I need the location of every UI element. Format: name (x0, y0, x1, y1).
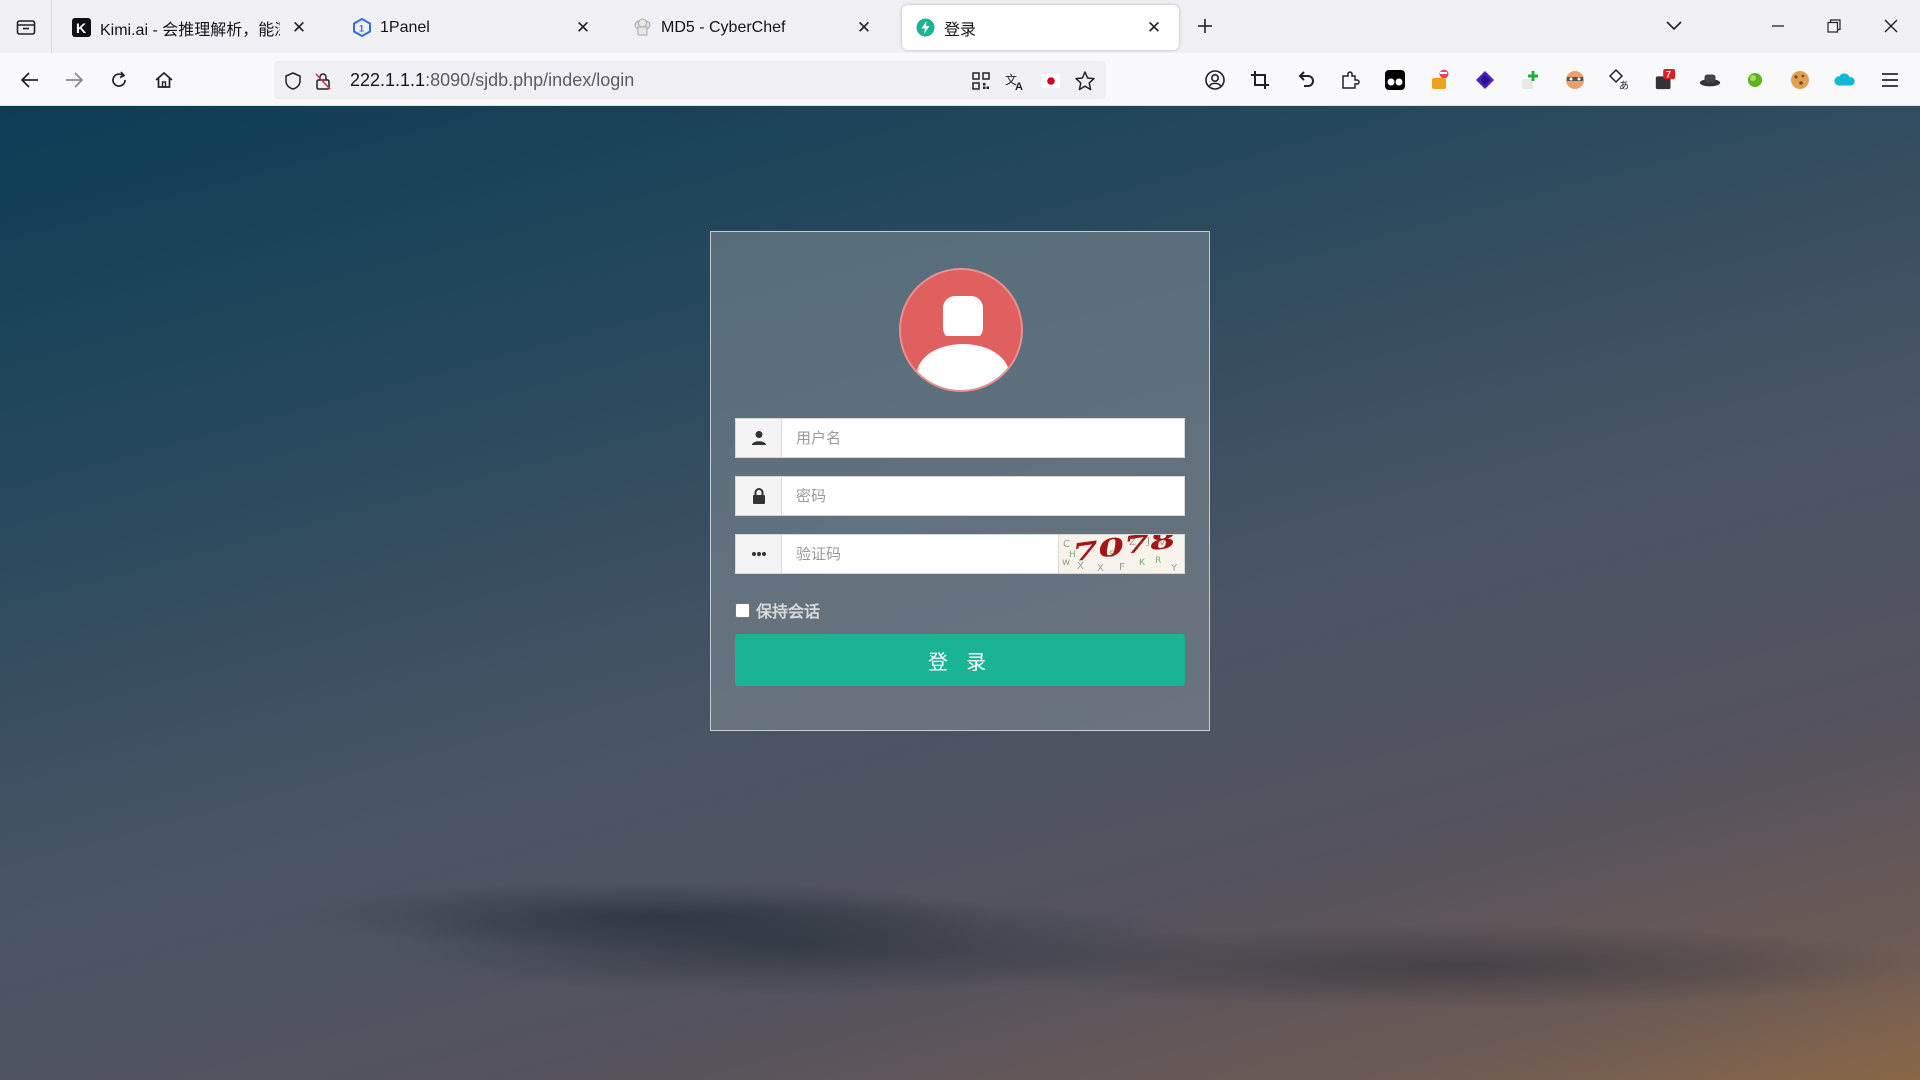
svg-text:K: K (76, 20, 86, 36)
translate-ext-icon[interactable]: あ (1609, 69, 1631, 91)
close-icon[interactable]: ✕ (288, 17, 310, 39)
back-button[interactable] (17, 67, 43, 93)
face-mask-icon[interactable] (1564, 69, 1586, 91)
insecure-lock-icon[interactable] (312, 70, 334, 92)
reload-button[interactable] (106, 67, 132, 93)
arrow-left-icon (20, 72, 38, 88)
arrow-right-icon (66, 72, 84, 88)
user-icon (736, 419, 782, 457)
close-icon (1884, 19, 1898, 33)
tab-title: 1Panel (380, 18, 430, 36)
1panel-favicon-icon: 1 (352, 18, 371, 37)
remember-session[interactable]: 保持会话 (735, 598, 820, 622)
captcha-image[interactable]: CXX ZJV YFw HSKR 7078 (1058, 535, 1184, 573)
close-icon[interactable]: ✕ (1143, 17, 1165, 39)
cloud-icon[interactable] (1834, 69, 1856, 91)
badge-calendar-icon[interactable]: 7 (1654, 69, 1676, 91)
folder-tabs-icon (16, 19, 35, 35)
close-icon[interactable]: ✕ (572, 17, 594, 39)
lightning-favicon-icon (916, 18, 935, 37)
minimize-button[interactable] (1762, 10, 1794, 42)
svg-text:A: A (1015, 81, 1023, 91)
tab-login[interactable]: 登录 ✕ (902, 5, 1179, 50)
plus-icon (1198, 19, 1212, 33)
svg-text:あ: あ (1619, 80, 1629, 91)
account-icon[interactable] (1204, 69, 1226, 91)
star-bookmark-icon[interactable] (1074, 70, 1096, 92)
url-path: :8090/sjdb.php/index/login (425, 70, 635, 90)
avatar (899, 268, 1023, 392)
url-bar[interactable]: 222.1.1.1:8090/sjdb.php/index/login 文A (274, 61, 1106, 99)
green-dot-icon[interactable] (1744, 69, 1766, 91)
restore-icon (1827, 19, 1841, 33)
svg-text:F: F (1119, 562, 1125, 573)
tab-bar: K Kimi.ai - 会推理解析，能深度思 ✕ 1 1Panel ✕ MD5 … (0, 0, 1920, 53)
tab-cyberchef[interactable]: MD5 - CyberChef ✕ (619, 5, 889, 50)
captcha-field: CXX ZJV YFw HSKR 7078 (735, 534, 1185, 574)
minimize-icon (1772, 25, 1784, 27)
svg-text:Y: Y (1170, 563, 1178, 573)
chevron-down-icon (1666, 21, 1682, 31)
extension-badge: 7 (1666, 70, 1671, 80)
password-field (735, 476, 1185, 516)
qr-code-icon[interactable] (970, 70, 992, 92)
restore-button[interactable] (1818, 10, 1850, 42)
tab-overflow-button[interactable] (1658, 10, 1690, 42)
captcha-input[interactable] (782, 535, 1058, 573)
login-button[interactable]: 登 录 (735, 634, 1185, 686)
kimi-favicon-icon: K (72, 18, 91, 37)
green-plus-icon[interactable] (1519, 69, 1541, 91)
hamburger-menu-icon[interactable] (1879, 69, 1901, 91)
close-icon[interactable]: ✕ (853, 17, 875, 39)
svg-text:R: R (1155, 556, 1161, 566)
svg-text:C: C (1063, 539, 1070, 550)
svg-text:X: X (1097, 563, 1104, 573)
cookie-icon[interactable] (1789, 69, 1811, 91)
svg-text:K: K (1139, 558, 1146, 568)
tab-list-button[interactable] (0, 0, 52, 53)
username-field (735, 418, 1185, 458)
crop-icon[interactable] (1249, 69, 1271, 91)
undo-arrow-icon[interactable] (1294, 69, 1316, 91)
translate-icon[interactable]: 文A (1005, 70, 1027, 92)
shopping-bag-icon[interactable] (1429, 69, 1451, 91)
reload-icon (112, 71, 126, 87)
layers-icon[interactable] (1474, 69, 1496, 91)
window-close-button[interactable] (1875, 10, 1907, 42)
hat-icon[interactable] (1699, 69, 1721, 91)
tab-title: MD5 - CyberChef (661, 18, 786, 36)
japan-flag-icon[interactable] (1040, 70, 1062, 92)
shield-icon[interactable] (282, 70, 304, 92)
lock-icon (736, 477, 782, 515)
remember-checkbox[interactable] (735, 602, 750, 618)
remember-label: 保持会话 (756, 602, 821, 621)
navigation-toolbar: 222.1.1.1:8090/sjdb.php/index/login 文A あ… (0, 53, 1920, 106)
home-icon (155, 71, 173, 88)
url-host: 222.1.1.1 (350, 70, 426, 90)
tab-title: 登录 (944, 21, 977, 39)
user-avatar-icon (917, 296, 1009, 390)
tab-1panel[interactable]: 1 1Panel ✕ (338, 5, 608, 50)
url-text[interactable]: 222.1.1.1:8090/sjdb.php/index/login (350, 70, 634, 91)
ellipsis-icon (736, 535, 782, 573)
chef-hat-icon (633, 18, 652, 37)
password-input[interactable] (782, 477, 1184, 515)
new-tab-button[interactable] (1193, 14, 1217, 38)
tab-title: Kimi.ai - 会推理解析，能深度思 (100, 21, 280, 39)
tampermonkey-icon[interactable] (1384, 69, 1406, 91)
puzzle-extensions-icon[interactable] (1339, 69, 1361, 91)
forward-button[interactable] (61, 67, 87, 93)
username-input[interactable] (782, 419, 1184, 457)
home-button[interactable] (151, 67, 177, 93)
svg-text:1: 1 (359, 24, 364, 34)
page-background: CXX ZJV YFw HSKR 7078 保持会话 登 录 (0, 106, 1920, 1080)
login-panel: CXX ZJV YFw HSKR 7078 保持会话 登 录 (710, 231, 1210, 731)
tab-kimi[interactable]: K Kimi.ai - 会推理解析，能深度思 ✕ (58, 5, 324, 50)
